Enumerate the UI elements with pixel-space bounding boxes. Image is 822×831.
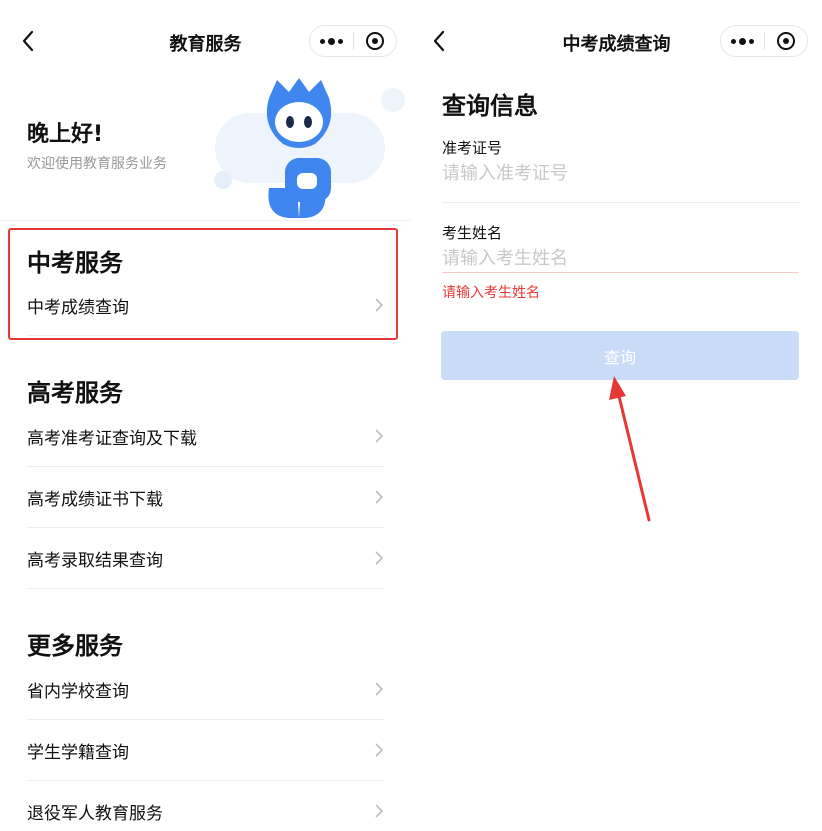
- list-item-student-status[interactable]: 学生学籍查询: [27, 720, 384, 780]
- list-item-label: 省内学校查询: [27, 681, 129, 702]
- chevron-right-icon: [375, 804, 384, 818]
- greeting-subtitle: 欢迎使用教育服务业务: [27, 156, 167, 172]
- greeting-title: 晚上好!: [27, 122, 104, 147]
- list-item-gaokao-admission-ticket[interactable]: 高考准考证查询及下载: [27, 406, 384, 466]
- section-title-gaokao: 高考服务: [27, 379, 123, 407]
- list-item-label: 高考录取结果查询: [27, 550, 163, 571]
- list-divider: [27, 588, 384, 589]
- chevron-right-icon: [375, 551, 384, 565]
- close-target-icon[interactable]: [765, 26, 807, 56]
- zhongkao-score-query-screen: 中考成绩查询 查询信息 准考证号 考生姓名 请输入考生姓名 查询: [411, 0, 822, 831]
- highlight-annotation-box: [8, 228, 398, 340]
- navigation-bar: 中考成绩查询: [411, 0, 822, 82]
- chevron-right-icon: [375, 429, 384, 443]
- mini-program-capsule: [309, 25, 397, 57]
- list-item-label: 高考成绩证书下载: [27, 489, 163, 510]
- list-item-gaokao-score-certificate[interactable]: 高考成绩证书下载: [27, 467, 384, 527]
- section-title-more: 更多服务: [27, 632, 123, 660]
- navigation-bar: 教育服务: [0, 0, 411, 82]
- close-target-icon[interactable]: [354, 26, 396, 56]
- more-dots-icon[interactable]: [310, 26, 353, 56]
- chevron-right-icon: [375, 682, 384, 696]
- list-item-label: 学生学籍查询: [27, 742, 129, 763]
- exam-number-underline: [442, 202, 799, 203]
- list-item-gaokao-admission-result[interactable]: 高考录取结果查询: [27, 528, 384, 588]
- list-item-label: 退役军人教育服务: [27, 803, 163, 824]
- exam-number-label: 准考证号: [442, 139, 503, 157]
- mascot-illustration: [214, 78, 405, 218]
- chevron-right-icon: [375, 743, 384, 757]
- chevron-right-icon: [375, 490, 384, 504]
- student-name-input[interactable]: [442, 243, 799, 273]
- form-heading: 查询信息: [442, 92, 538, 120]
- student-name-label: 考生姓名: [442, 224, 503, 242]
- exam-number-input[interactable]: [442, 158, 799, 188]
- education-services-screen: 教育服务 晚上好! 欢迎使用教育服务业务 中考服务 中考成绩查询 高考服务 高考…: [0, 0, 411, 831]
- list-item-label: 高考准考证查询及下载: [27, 428, 197, 449]
- student-name-error: 请输入考生姓名: [442, 285, 540, 301]
- list-item-veteran-education[interactable]: 退役军人教育服务: [27, 781, 384, 831]
- more-dots-icon[interactable]: [721, 26, 764, 56]
- hero-divider: [0, 220, 411, 221]
- red-arrow-annotation: [609, 376, 651, 522]
- list-item-school-query[interactable]: 省内学校查询: [27, 659, 384, 719]
- mini-program-capsule: [720, 25, 808, 57]
- student-name-underline: [442, 272, 799, 273]
